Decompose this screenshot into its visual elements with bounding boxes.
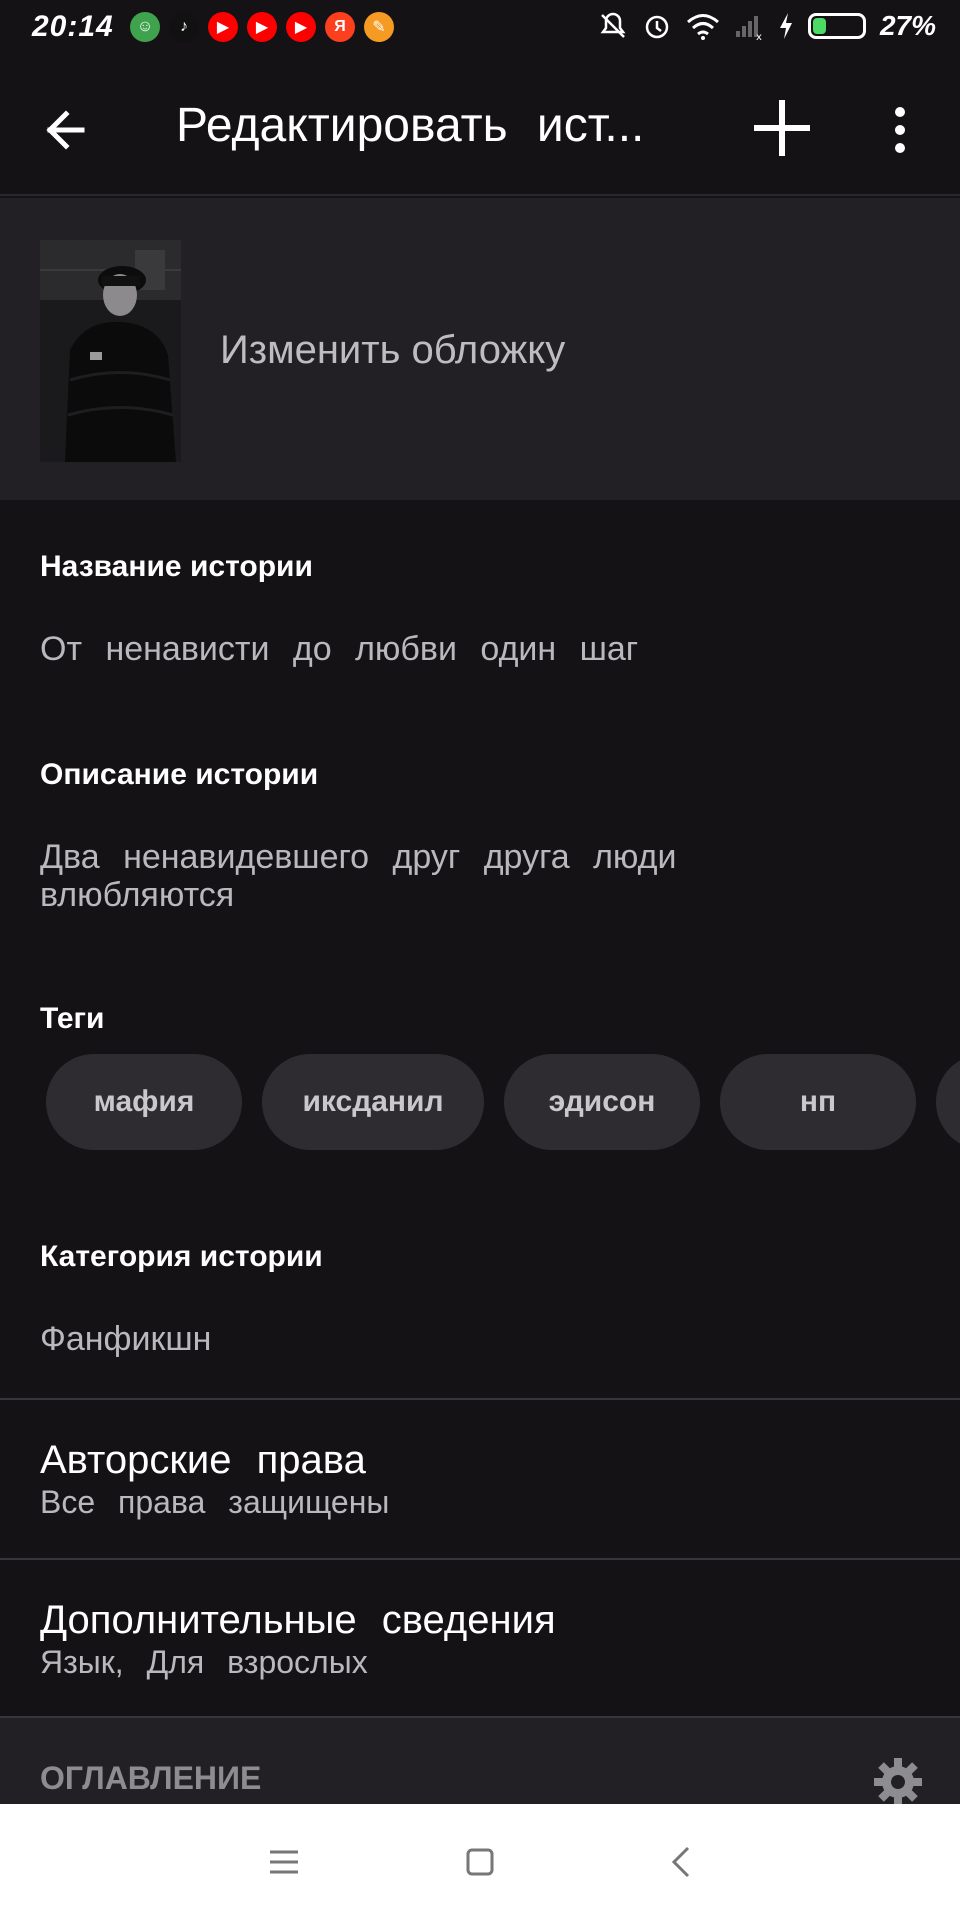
mute-vibrate-icon bbox=[600, 12, 626, 38]
back-icon[interactable] bbox=[658, 1838, 706, 1886]
tags-label: Теги bbox=[40, 1002, 105, 1035]
toc-label: ОГЛАВЛЕНИЕ bbox=[40, 1760, 262, 1796]
more-options-icon[interactable] bbox=[880, 100, 920, 160]
cover-photo bbox=[40, 240, 181, 462]
battery-level bbox=[812, 18, 826, 34]
menu-icon[interactable] bbox=[260, 1838, 308, 1886]
copyright-value: Все права защищены bbox=[40, 1484, 390, 1520]
tag-chip[interactable]: иксданил bbox=[262, 1054, 484, 1150]
home-icon[interactable] bbox=[456, 1838, 504, 1886]
tiktok-icon: ♪ bbox=[169, 12, 199, 42]
change-cover-label[interactable]: Изменить обложку bbox=[220, 328, 565, 373]
youtube-icon: ▶ bbox=[286, 12, 316, 42]
divider bbox=[0, 1398, 960, 1400]
cover-section[interactable]: Изменить обложку bbox=[0, 198, 960, 500]
tag-chip[interactable]: нп bbox=[720, 1054, 916, 1150]
youtube-icon: ▶ bbox=[208, 12, 238, 42]
youtube-icon: ▶ bbox=[247, 12, 277, 42]
status-bar: 20:14 ☺ ♪ ▶ ▶ ▶ Я ✎ x 27% bbox=[0, 0, 960, 56]
cover-image[interactable] bbox=[40, 240, 181, 462]
back-arrow-icon[interactable] bbox=[40, 102, 96, 158]
battery-icon bbox=[807, 13, 866, 39]
svg-text:x: x bbox=[756, 32, 762, 41]
cat-app-icon: ☺ bbox=[130, 12, 160, 42]
notification-icons: ☺ ♪ ▶ ▶ ▶ Я ✎ bbox=[130, 12, 394, 42]
story-title-input[interactable]: От ненависти до любви один шаг bbox=[40, 630, 638, 668]
story-title-label: Название истории bbox=[40, 550, 313, 583]
category-value[interactable]: Фанфикшн bbox=[40, 1320, 211, 1358]
tag-chip[interactable]: эдисон bbox=[504, 1054, 700, 1150]
broom-app-icon: ✎ bbox=[364, 12, 394, 42]
wifi-icon bbox=[686, 14, 719, 40]
system-navigation-bar bbox=[0, 1804, 960, 1920]
story-description-input[interactable]: Два ненавидевшего друг друга люди влюбля… bbox=[40, 838, 800, 914]
status-time: 20:14 bbox=[32, 10, 114, 43]
extra-info-value: Язык, Для взрослых bbox=[40, 1644, 368, 1680]
yandex-icon: Я bbox=[325, 12, 355, 42]
cellular-signal-icon: x bbox=[735, 16, 762, 41]
status-indicators: x 27% bbox=[598, 10, 936, 42]
settings-gear-icon[interactable] bbox=[872, 1756, 924, 1808]
extra-info-title: Дополнительные сведения bbox=[40, 1598, 556, 1642]
add-icon[interactable] bbox=[750, 96, 814, 160]
tag-chip[interactable]: мафия bbox=[46, 1054, 242, 1150]
battery-percent: 27% bbox=[879, 10, 936, 41]
charging-icon bbox=[779, 13, 792, 39]
app-toolbar: Редактировать ист... bbox=[0, 56, 960, 196]
tag-chip[interactable] bbox=[936, 1054, 960, 1150]
alarm-icon bbox=[645, 15, 669, 39]
category-label: Категория истории bbox=[40, 1240, 323, 1273]
divider bbox=[0, 1558, 960, 1560]
tags-list: мафия иксданил эдисон нп bbox=[46, 1054, 960, 1150]
table-of-contents-header: ОГЛАВЛЕНИЕ bbox=[0, 1718, 960, 1806]
story-description-label: Описание истории bbox=[40, 758, 319, 791]
page-title: Редактировать ист... bbox=[176, 99, 645, 152]
copyright-title: Авторские права bbox=[40, 1438, 366, 1482]
